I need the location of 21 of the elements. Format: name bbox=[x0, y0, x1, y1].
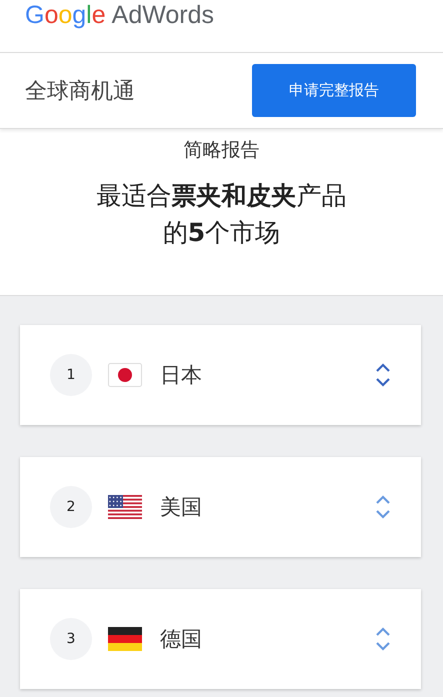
flag-icon bbox=[108, 627, 142, 651]
market-card[interactable]: 3 德国 bbox=[20, 589, 421, 689]
expand-icon[interactable] bbox=[375, 363, 391, 387]
country-name: 德国 bbox=[160, 626, 203, 653]
page-title: 全球商机通 bbox=[25, 78, 135, 106]
rank-number: 3 bbox=[50, 618, 92, 660]
flag-icon bbox=[108, 495, 142, 519]
product-name: AdWords bbox=[112, 0, 214, 30]
market-card[interactable]: 2 美国 bbox=[20, 457, 421, 557]
report-subtitle: 简略报告 bbox=[184, 138, 260, 163]
market-card[interactable]: 1 日本 bbox=[20, 325, 421, 425]
country-name: 美国 bbox=[160, 494, 203, 521]
expand-icon[interactable] bbox=[375, 495, 391, 519]
country-name: 日本 bbox=[160, 362, 203, 389]
expand-icon[interactable] bbox=[375, 627, 391, 651]
rank-number: 1 bbox=[50, 354, 92, 396]
flag-icon bbox=[108, 363, 142, 387]
headline: 最适合票夹和皮夹产品 的5个市场 bbox=[96, 180, 346, 249]
request-report-button[interactable]: 申请完整报告 bbox=[252, 64, 416, 117]
google-logo: Google bbox=[25, 0, 106, 30]
rank-number: 2 bbox=[50, 486, 92, 528]
